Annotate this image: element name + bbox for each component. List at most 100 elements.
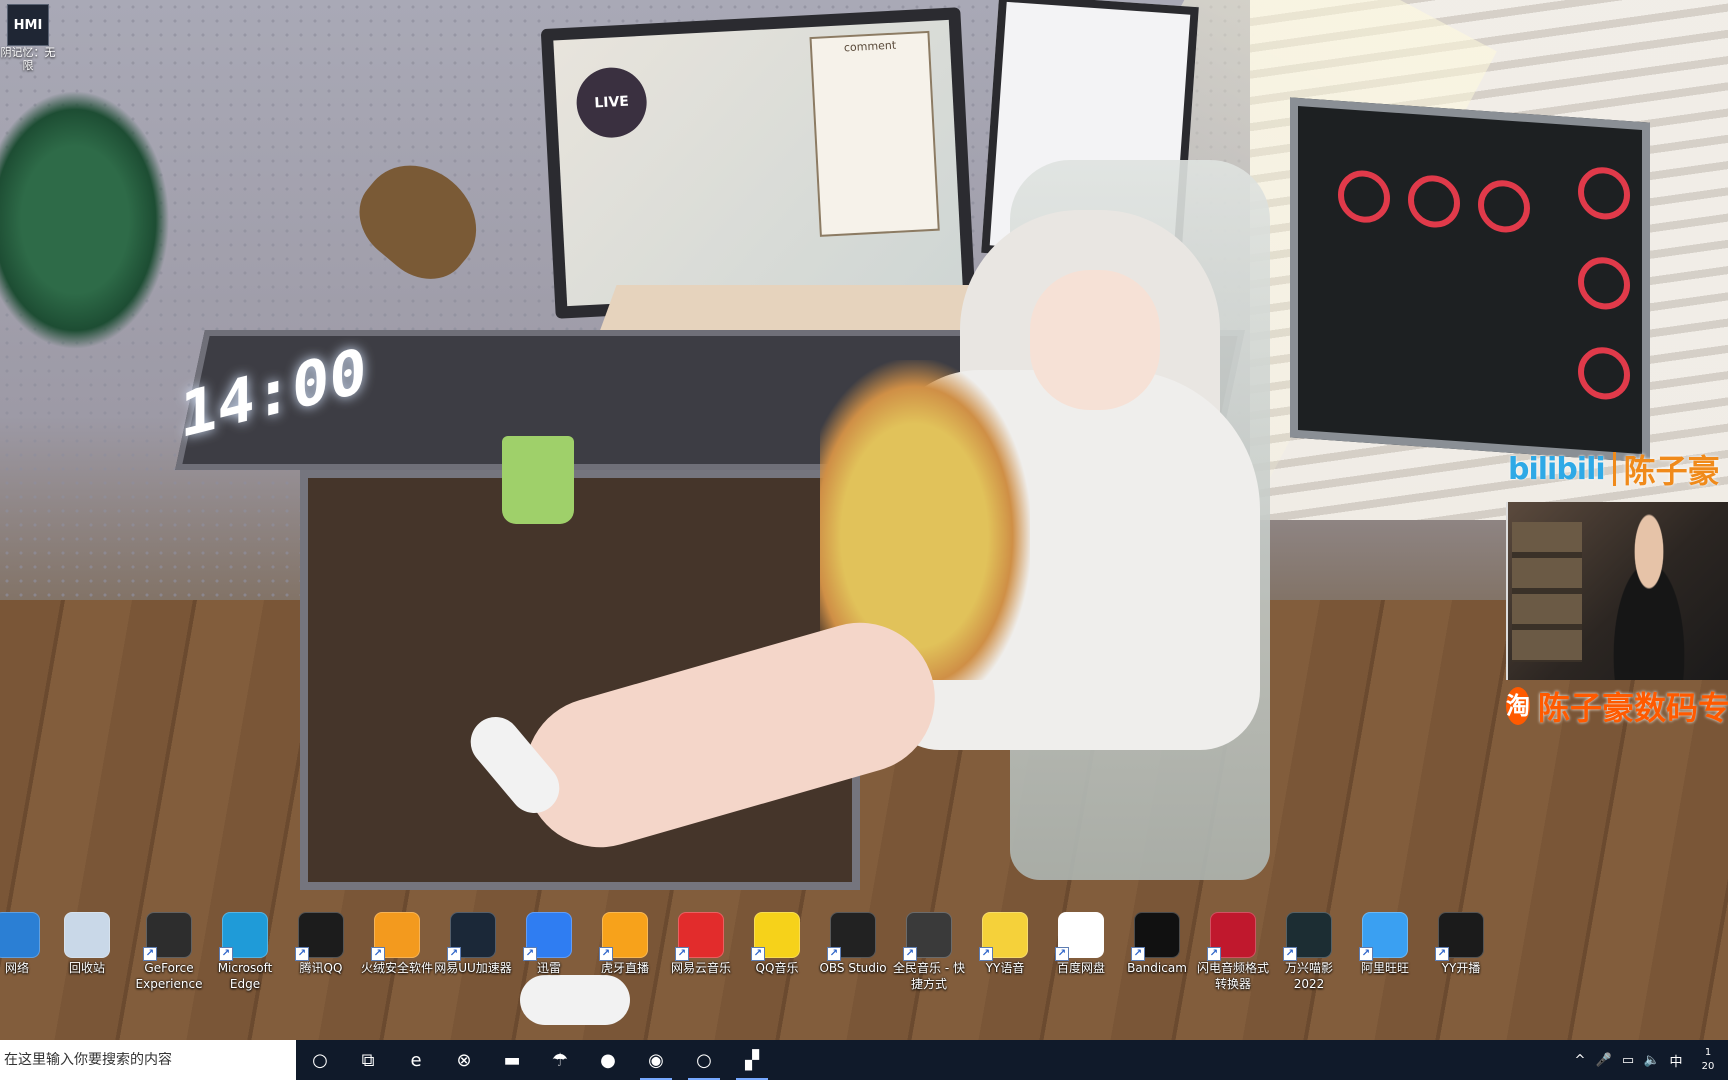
pc-case: [1290, 97, 1650, 463]
taskbar-search-input[interactable]: [4, 1052, 296, 1068]
desktop-icon-label: 万兴喵影 2022: [1284, 961, 1333, 991]
shortcut-arrow-icon: ↗: [447, 947, 461, 961]
shortcut-arrow-icon: ↗: [523, 947, 537, 961]
tray-chevron-icon[interactable]: ^: [1568, 1053, 1592, 1068]
desktop-icon[interactable]: ↗ YY开播: [1422, 912, 1500, 976]
filmora-icon: ↗: [1283, 912, 1332, 961]
desktop-icon[interactable]: 回收站: [48, 912, 126, 976]
webcam-overlay: [1506, 502, 1728, 680]
network-icon: [0, 912, 40, 958]
shortcut-arrow-icon: ↗: [1435, 947, 1449, 961]
desktop-icon-label: 全民音乐 - 快捷方式: [893, 961, 965, 991]
shortcut-arrow-icon: ↗: [1283, 947, 1297, 961]
shortcut-arrow-icon: ↗: [979, 947, 993, 961]
task-view-icon[interactable]: ⧉: [344, 1040, 392, 1080]
xbox-icon[interactable]: ⊗: [440, 1040, 488, 1080]
audio-converter-icon: ↗: [1207, 912, 1256, 961]
taobao-icon: 淘: [1506, 687, 1530, 725]
app-pinned-icon[interactable]: ☂: [536, 1040, 584, 1080]
overlay-separator: [1612, 452, 1616, 486]
desktop-icon-label: 腾讯QQ: [299, 961, 343, 975]
cortana-icon[interactable]: ○: [296, 1040, 344, 1080]
edge-icon[interactable]: e: [392, 1040, 440, 1080]
webcam-shelf: [1512, 522, 1582, 662]
huya-icon: ↗: [599, 912, 648, 961]
ime-indicator[interactable]: 中: [1664, 1051, 1688, 1070]
huya-icon[interactable]: ●: [584, 1040, 632, 1080]
bilibili-logo: bilibili: [1508, 451, 1606, 487]
taskbar-apps: ○ ⧉ e ⊗ ▬ ☂ ● ◉ ○ ▞: [296, 1040, 776, 1080]
quanmin-music-icon: ↗: [903, 912, 952, 961]
desktop-icon-label: 阿里旺旺: [1360, 961, 1409, 975]
desktop-icon[interactable]: ↗ 阿里旺旺: [1346, 912, 1424, 976]
desktop-wallpaper: LIVE comment 14:00: [0, 0, 1728, 1040]
desktop-icon-label: 闪电音频格式转换器: [1196, 961, 1269, 991]
desktop-icon-label: 回收站: [68, 961, 105, 975]
desktop-icon-label: 网易UU加速器: [434, 961, 512, 975]
recycle-bin-icon: [64, 912, 110, 958]
shortcut-arrow-icon: ↗: [295, 947, 309, 961]
taskbar-clock[interactable]: 1 20: [1688, 1046, 1728, 1074]
taobao-shop-name: 陈子豪数码专: [1538, 689, 1728, 727]
desktop-icon[interactable]: ↗ 虎牙直播: [586, 912, 664, 976]
edge-icon: ↗: [219, 912, 268, 961]
desktop-icon[interactable]: ↗ 全民音乐 - 快捷方式: [890, 912, 968, 992]
desktop-icon[interactable]: ↗ GeForce Experience: [130, 912, 208, 992]
yy-voice-icon: ↗: [979, 912, 1028, 961]
file-explorer-icon[interactable]: ▬: [488, 1040, 536, 1080]
desktop-icon[interactable]: ↗ QQ音乐: [738, 912, 816, 976]
clock-time: 1: [1704, 1047, 1712, 1058]
mug: [502, 436, 574, 524]
obs-icon[interactable]: ◉: [632, 1040, 680, 1080]
volume-icon[interactable]: 🔈: [1640, 1053, 1664, 1068]
desktop-icon[interactable]: ↗ OBS Studio: [814, 912, 892, 976]
desktop-icon-label: 火绒安全软件: [360, 961, 433, 975]
pc-fan: [1338, 168, 1390, 225]
desktop-icon[interactable]: ↗ Microsoft Edge: [206, 912, 284, 992]
desktop-icon-row: 网络 回收站 ↗ GeForce Experience ↗ Microsoft Edge ↗…: [0, 912, 1728, 1006]
pc-fan: [1408, 173, 1460, 230]
live-sign: LIVE: [574, 65, 649, 140]
huorong-icon: ↗: [371, 912, 420, 961]
desktop-icon[interactable]: ↗ Bandicam: [1118, 912, 1196, 976]
pc-fan: [1578, 165, 1630, 222]
desktop-icon[interactable]: ↗ 百度网盘: [1042, 912, 1120, 976]
microphone-icon[interactable]: 🎤: [1592, 1053, 1616, 1068]
shortcut-arrow-icon: ↗: [371, 947, 385, 961]
desktop-icon-label: 百度网盘: [1056, 961, 1105, 975]
comment-panel: comment: [809, 30, 940, 237]
desktop-icon-label: OBS Studio: [819, 961, 887, 975]
taskbar: ○⧉e⊗▬☂●◉○▞ ^ 🎤 ▭ 🔈 中 1 20: [0, 1040, 1728, 1080]
shortcut-arrow-icon: ↗: [1131, 947, 1145, 961]
corner-icon-thumb: HMI: [7, 4, 49, 46]
desktop-icon[interactable]: ↗ 腾讯QQ: [282, 912, 360, 976]
yy-live-icon: ↗: [1435, 912, 1484, 961]
shortcut-arrow-icon: ↗: [827, 947, 841, 961]
yy-live-icon[interactable]: ○: [680, 1040, 728, 1080]
desktop-icon[interactable]: ↗ 火绒安全软件: [358, 912, 436, 976]
corner-icon-label: 阴记忆：无限: [0, 46, 56, 72]
shortcut-arrow-icon: ↗: [903, 947, 917, 961]
uu-accelerator-icon: ↗: [447, 912, 496, 961]
clock-date: 20: [1701, 1061, 1715, 1072]
quanmin-music-icon[interactable]: ▞: [728, 1040, 776, 1080]
taskbar-search-box[interactable]: [0, 1040, 296, 1080]
character-face: [1030, 270, 1160, 410]
shortcut-arrow-icon: ↗: [1055, 947, 1069, 961]
geforce-icon: ↗: [143, 912, 192, 961]
desktop-icon[interactable]: ↗ 迅雷: [510, 912, 588, 976]
desktop-icon-label: YY开播: [1441, 961, 1481, 975]
desktop-icon[interactable]: ↗ 闪电音频格式转换器: [1194, 912, 1272, 992]
desktop-icon[interactable]: ↗ 网易UU加速器: [434, 912, 512, 976]
desktop-icon[interactable]: ↗ 网易云音乐: [662, 912, 740, 976]
bandicam-icon: ↗: [1131, 912, 1180, 961]
network-icon[interactable]: ▭: [1616, 1053, 1640, 1068]
shortcut-arrow-icon: ↗: [143, 947, 157, 961]
bilibili-streamer-name: 陈子豪: [1623, 452, 1720, 490]
desktop-icon[interactable]: ↗ YY语音: [966, 912, 1044, 976]
shortcut-arrow-icon: ↗: [1359, 947, 1373, 961]
desktop-icon-corner[interactable]: HMI 阴记忆：无限: [0, 4, 56, 72]
desktop-icon[interactable]: ↗ 万兴喵影 2022: [1270, 912, 1348, 992]
xunlei-icon: ↗: [523, 912, 572, 961]
pc-fan: [1478, 178, 1530, 235]
